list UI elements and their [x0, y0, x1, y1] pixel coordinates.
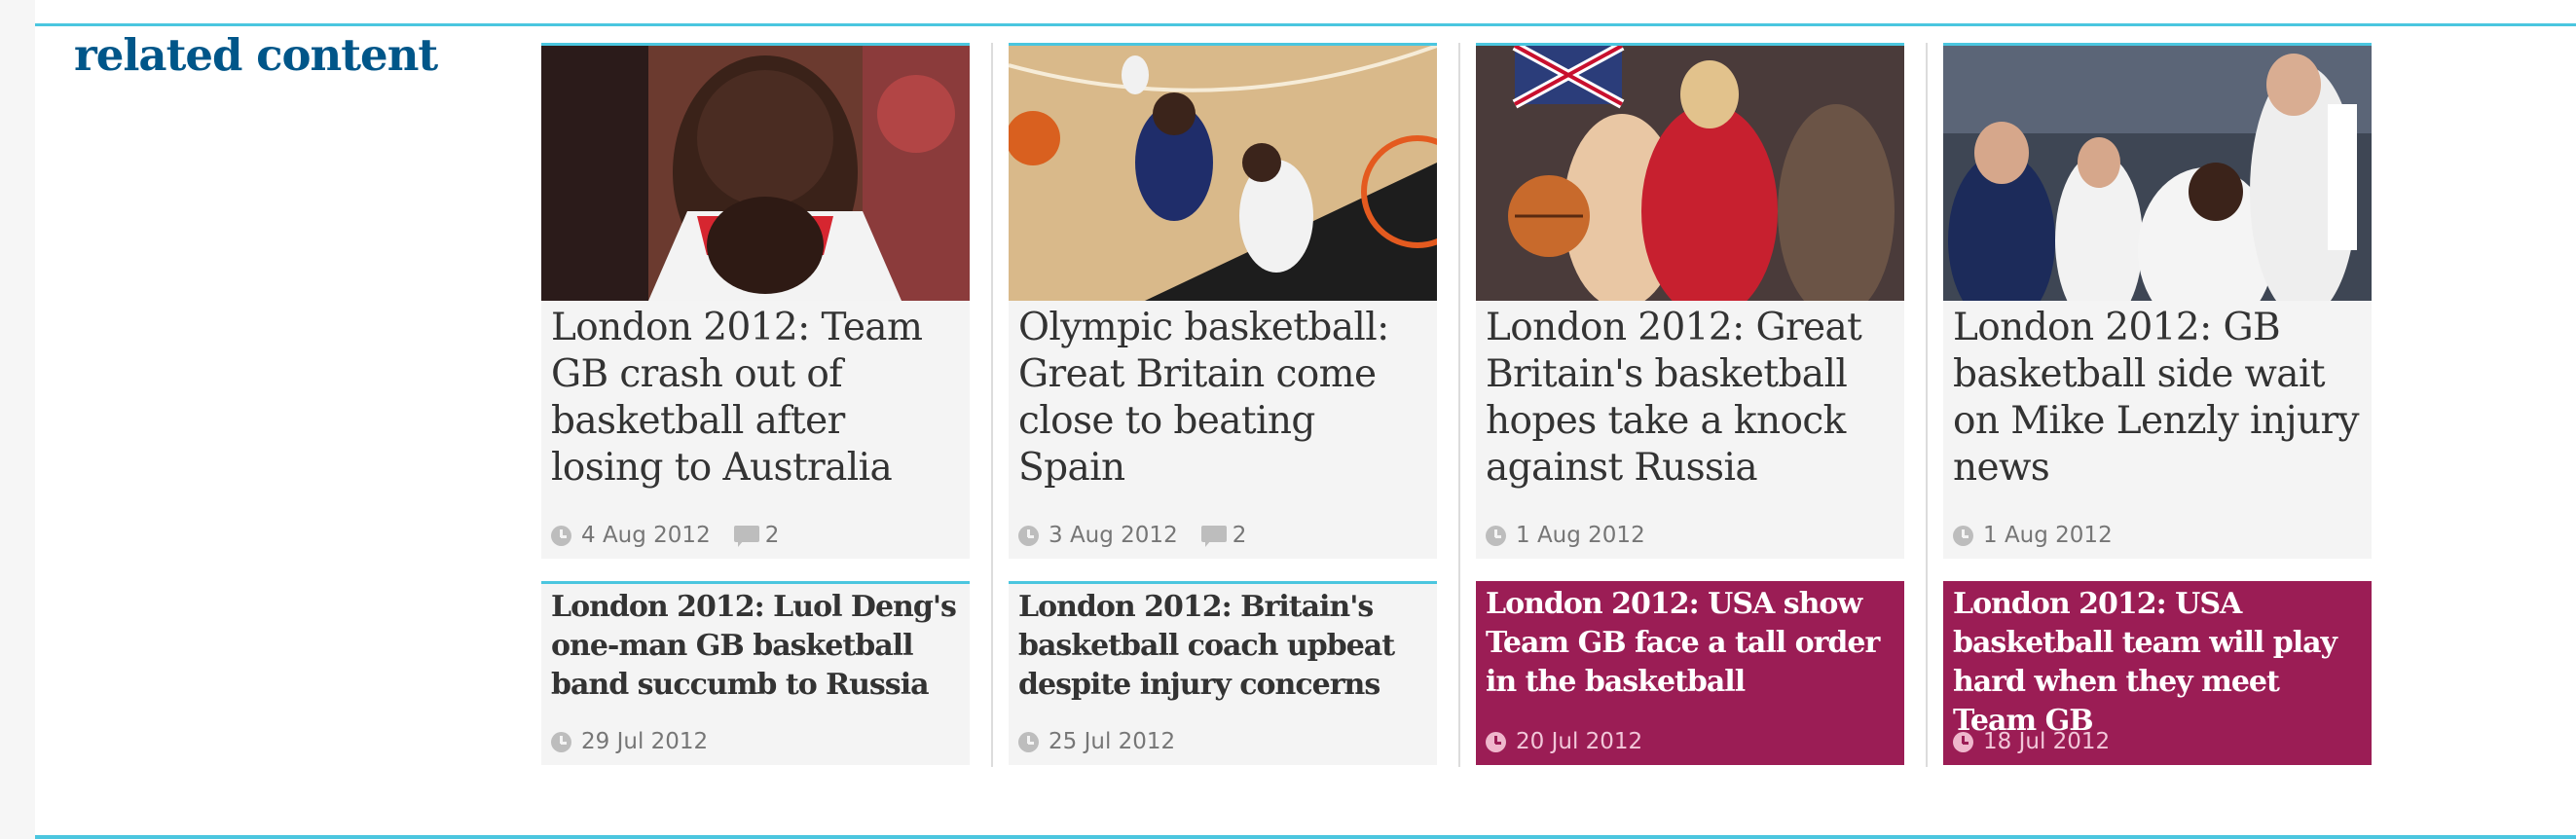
big-card-4[interactable]: London 2012: GB basketball side wait on … [1943, 43, 2372, 559]
top-rule [35, 23, 2576, 26]
headline[interactable]: London 2012: Luol Deng's one-man GB bask… [551, 588, 958, 705]
small-card-4[interactable]: London 2012: USA basketball team will pl… [1943, 581, 2372, 765]
date: 25 Jul 2012 [1049, 729, 1176, 754]
date: 20 Jul 2012 [1516, 729, 1643, 754]
date: 4 Aug 2012 [581, 523, 711, 548]
date: 1 Aug 2012 [1983, 523, 2113, 548]
meta: 1 Aug 2012 [1953, 520, 2113, 551]
big-card-1[interactable]: London 2012: Team GB crash out of basket… [541, 43, 970, 559]
column-divider [1458, 43, 1460, 767]
small-card-3[interactable]: London 2012: USA show Team GB face a tal… [1476, 581, 1904, 765]
clock-icon [1486, 525, 1506, 546]
date: 3 Aug 2012 [1049, 523, 1178, 548]
date: 29 Jul 2012 [581, 729, 709, 754]
meta: 1 Aug 2012 [1486, 520, 1645, 551]
comment-icon[interactable] [1200, 526, 1227, 547]
clock-icon [1953, 731, 1973, 752]
big-card-3[interactable]: London 2012: Great Britain's basketball … [1476, 43, 1904, 559]
small-card-1[interactable]: London 2012: Luol Deng's one-man GB bask… [541, 581, 970, 765]
column-divider [1926, 43, 1928, 767]
thumbnail-image[interactable] [541, 46, 970, 301]
meta: 25 Jul 2012 [1018, 726, 1175, 757]
meta: 18 Jul 2012 [1953, 726, 2110, 757]
headline[interactable]: London 2012: USA basketball team will pl… [1953, 585, 2360, 741]
column-divider [991, 43, 993, 767]
clock-icon [551, 525, 571, 546]
related-content-page: related content London 2012: Team GB cra… [35, 0, 2576, 839]
headline[interactable]: London 2012: Great Britain's basketball … [1486, 305, 1893, 492]
headline[interactable]: Olympic basketball: Great Britain come c… [1018, 305, 1425, 492]
thumbnail-image[interactable] [1476, 46, 1904, 301]
headline[interactable]: London 2012: GB basketball side wait on … [1953, 305, 2360, 492]
clock-icon [1018, 525, 1039, 546]
meta: 4 Aug 2012 2 [551, 520, 779, 551]
meta: 29 Jul 2012 [551, 726, 708, 757]
comment-count[interactable]: 2 [1233, 523, 1247, 548]
meta: 3 Aug 2012 2 [1018, 520, 1246, 551]
clock-icon [1018, 731, 1039, 752]
clock-icon [1486, 731, 1506, 752]
clock-icon [551, 731, 571, 752]
headline[interactable]: London 2012: Team GB crash out of basket… [551, 305, 958, 492]
clock-icon [1953, 525, 1973, 546]
section-title: related content [74, 29, 438, 81]
headline[interactable]: London 2012: USA show Team GB face a tal… [1486, 585, 1893, 702]
thumbnail-image[interactable] [1943, 46, 2372, 301]
big-card-2[interactable]: Olympic basketball: Great Britain come c… [1009, 43, 1437, 559]
thumbnail-image[interactable] [1009, 46, 1437, 301]
meta: 20 Jul 2012 [1486, 726, 1642, 757]
bottom-rule [35, 835, 2576, 839]
date: 1 Aug 2012 [1516, 523, 1645, 548]
headline[interactable]: London 2012: Britain's basketball coach … [1018, 588, 1425, 705]
comment-count[interactable]: 2 [765, 523, 780, 548]
small-card-2[interactable]: London 2012: Britain's basketball coach … [1009, 581, 1437, 765]
comment-icon[interactable] [733, 526, 759, 547]
date: 18 Jul 2012 [1983, 729, 2111, 754]
